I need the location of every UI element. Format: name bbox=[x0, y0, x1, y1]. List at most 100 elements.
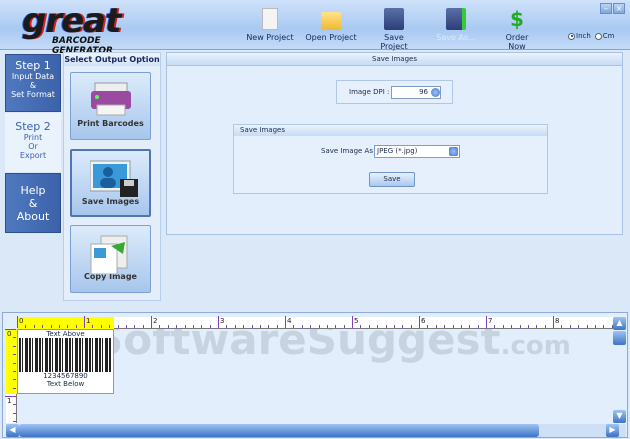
ruler-tick bbox=[17, 316, 18, 328]
ruler-tick bbox=[33, 325, 35, 328]
copy-image-button[interactable]: Copy Image bbox=[70, 225, 151, 293]
ruler-tick bbox=[184, 325, 186, 328]
ruler-tick bbox=[377, 325, 379, 328]
ruler-tick bbox=[13, 379, 16, 381]
ruler-tick bbox=[218, 316, 219, 328]
ruler-tick bbox=[511, 325, 513, 328]
save-images-button[interactable]: Save Images bbox=[70, 149, 151, 217]
ruler-tick bbox=[402, 325, 404, 328]
ruler-tick bbox=[569, 325, 571, 328]
floppy-icon bbox=[384, 8, 404, 30]
ruler-tick bbox=[13, 345, 16, 347]
ruler-number: 1 bbox=[7, 397, 12, 405]
ruler-tick bbox=[293, 325, 295, 328]
save-images-group: Save Images Save Image As : JPEG (*.jpg)… bbox=[233, 124, 548, 194]
barcode-canvas[interactable]: SoftwareSuggest.com 012345678 01 Text Ab… bbox=[2, 312, 628, 438]
ruler-tick bbox=[452, 325, 454, 328]
ruler-tick bbox=[234, 325, 236, 328]
print-barcodes-button[interactable]: Print Barcodes bbox=[70, 72, 151, 140]
dpi-spinner-icon[interactable] bbox=[431, 88, 440, 97]
new-project-icon bbox=[262, 8, 278, 30]
ruler-tick bbox=[578, 325, 580, 328]
hscroll-thumb[interactable] bbox=[19, 424, 539, 437]
vertical-scrollbar[interactable]: ▲ ▼ bbox=[613, 317, 626, 423]
ruler-tick bbox=[5, 396, 16, 397]
ruler-tick bbox=[167, 325, 169, 328]
ruler-tick bbox=[251, 325, 253, 328]
ruler-tick bbox=[13, 421, 16, 423]
tab-step-2[interactable]: Step 2 Print Or Export bbox=[5, 113, 61, 172]
ruler-tick bbox=[477, 325, 479, 328]
ruler-tick bbox=[343, 325, 345, 328]
ruler-tick bbox=[603, 325, 605, 328]
ruler-tick bbox=[25, 325, 27, 328]
ruler-tick bbox=[502, 325, 504, 328]
ruler-tick bbox=[368, 325, 370, 328]
ruler-tick bbox=[352, 316, 353, 328]
dpi-group: Image DPI : 96 bbox=[336, 80, 453, 104]
ruler-tick bbox=[544, 325, 546, 328]
ruler-tick bbox=[67, 325, 69, 328]
ruler-number: 2 bbox=[153, 317, 158, 325]
ruler-tick bbox=[13, 370, 16, 372]
ruler-number: 3 bbox=[220, 317, 225, 325]
folder-icon bbox=[321, 12, 341, 30]
unit-inch-radio[interactable]: Inch bbox=[568, 32, 591, 40]
ruler-tick bbox=[519, 325, 521, 328]
tab-help-about[interactable]: Help & About bbox=[5, 173, 61, 233]
chevron-down-icon[interactable] bbox=[449, 147, 458, 156]
vertical-ruler: 01 bbox=[5, 329, 17, 431]
dollar-icon: $ bbox=[510, 7, 524, 31]
ruler-tick bbox=[360, 325, 362, 328]
save-project-button[interactable]: Save Project bbox=[370, 8, 418, 51]
ruler-tick bbox=[134, 325, 136, 328]
scroll-up-button[interactable]: ▲ bbox=[613, 317, 626, 330]
image-format-select[interactable]: JPEG (*.jpg) bbox=[374, 145, 460, 158]
ruler-tick bbox=[494, 325, 496, 328]
scroll-right-button[interactable]: ▶ bbox=[606, 424, 619, 437]
tab-step-1[interactable]: Step 1 Input Data & Set Format bbox=[5, 54, 61, 112]
ruler-tick bbox=[594, 325, 596, 328]
app-header: great BARCODE GENERATOR New Project Open… bbox=[0, 0, 630, 56]
ruler-tick bbox=[13, 387, 16, 389]
unit-cm-radio[interactable]: Cm bbox=[594, 32, 615, 40]
ruler-tick bbox=[92, 325, 94, 328]
ruler-tick bbox=[42, 325, 44, 328]
open-project-button[interactable]: Open Project bbox=[305, 8, 357, 42]
save-as-button[interactable]: Save As... bbox=[434, 8, 478, 42]
ruler-tick bbox=[427, 325, 429, 328]
ruler-tick bbox=[125, 325, 127, 328]
ruler-tick bbox=[5, 329, 16, 330]
save-images-panel: Save Images Image DPI : 96 Save Images S… bbox=[166, 52, 623, 235]
ruler-tick bbox=[536, 325, 538, 328]
ruler-tick bbox=[486, 316, 487, 328]
minimize-button[interactable]: – bbox=[600, 3, 612, 14]
logo: great BARCODE GENERATOR bbox=[22, 1, 121, 56]
order-now-button[interactable]: $ Order Now bbox=[496, 8, 538, 51]
ruler-tick bbox=[444, 325, 446, 328]
scroll-left-button[interactable]: ◀ bbox=[6, 424, 19, 437]
barcode-item[interactable]: Text Above 1234567890 Text Below bbox=[17, 329, 114, 394]
ruler-tick bbox=[50, 325, 52, 328]
horizontal-scrollbar[interactable]: ◀ ▶ bbox=[6, 424, 626, 437]
horizontal-ruler: 0 1 2 3 4 5 6 7 8 bbox=[17, 316, 613, 329]
ruler-tick bbox=[58, 325, 60, 328]
ruler-tick bbox=[385, 325, 387, 328]
ruler-tick bbox=[209, 325, 211, 328]
close-button[interactable]: × bbox=[613, 3, 625, 14]
ruler-tick bbox=[318, 325, 320, 328]
new-project-button[interactable]: New Project bbox=[246, 8, 294, 42]
ruler-number: 7 bbox=[488, 317, 493, 325]
ruler-tick bbox=[151, 316, 152, 328]
ruler-tick bbox=[435, 325, 437, 328]
ruler-number: 6 bbox=[421, 317, 426, 325]
save-as-icon bbox=[446, 8, 466, 30]
ruler-tick bbox=[259, 325, 261, 328]
ruler-tick bbox=[393, 325, 395, 328]
save-button[interactable]: Save bbox=[369, 172, 415, 187]
ruler-number: 1 bbox=[86, 317, 91, 325]
scroll-thumb[interactable] bbox=[613, 331, 626, 345]
scroll-down-button[interactable]: ▼ bbox=[613, 410, 626, 423]
ruler-tick bbox=[243, 325, 245, 328]
ruler-tick bbox=[13, 412, 16, 414]
